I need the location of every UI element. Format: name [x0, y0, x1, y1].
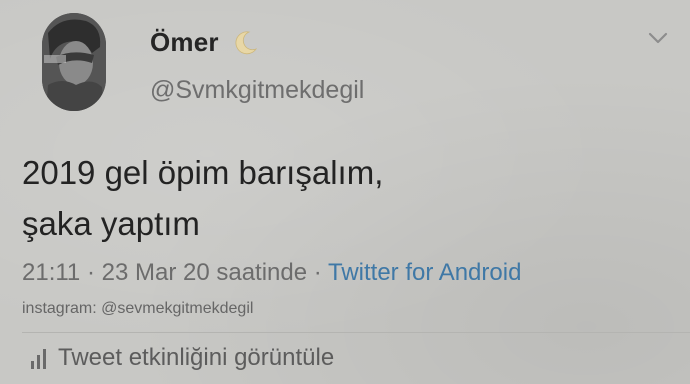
meta-separator: ·	[313, 259, 322, 286]
avatar[interactable]	[42, 13, 106, 111]
tweet-text-line-2: şaka yaptım	[22, 205, 200, 242]
bar-chart-icon	[30, 348, 48, 369]
instagram-watermark: instagram: @sevmekgitmekdegil	[22, 300, 254, 317]
display-name[interactable]: Ömer	[150, 27, 219, 58]
tweet-meta: 21:11 · 23 Mar 20 saatinde · Twitter for…	[22, 259, 521, 287]
tweet-time: 21:11	[22, 259, 81, 286]
tweet-activity-label: Tweet etkinliğini görüntüle	[58, 344, 335, 371]
divider	[22, 332, 690, 333]
source-app-link[interactable]: Twitter for Android	[328, 259, 521, 286]
chevron-down-icon[interactable]	[646, 28, 670, 48]
tweet-card: Ömer @Svmkgitmekdegil 2019 gel öpim barı…	[0, 0, 690, 384]
user-handle[interactable]: @Svmkgitmekdegil	[150, 76, 364, 105]
tweet-text-line-1: 2019 gel öpim barışalım,	[22, 154, 384, 191]
name-row: Ömer	[150, 27, 259, 58]
crescent-moon-icon	[231, 29, 259, 57]
meta-separator: ·	[86, 259, 95, 286]
tweet-date: 23 Mar 20 saatinde	[101, 259, 308, 286]
tweet-activity-button[interactable]: Tweet etkinliğini görüntüle	[30, 344, 334, 372]
tweet-text: 2019 gel öpim barışalım, şaka yaptım	[22, 147, 642, 249]
